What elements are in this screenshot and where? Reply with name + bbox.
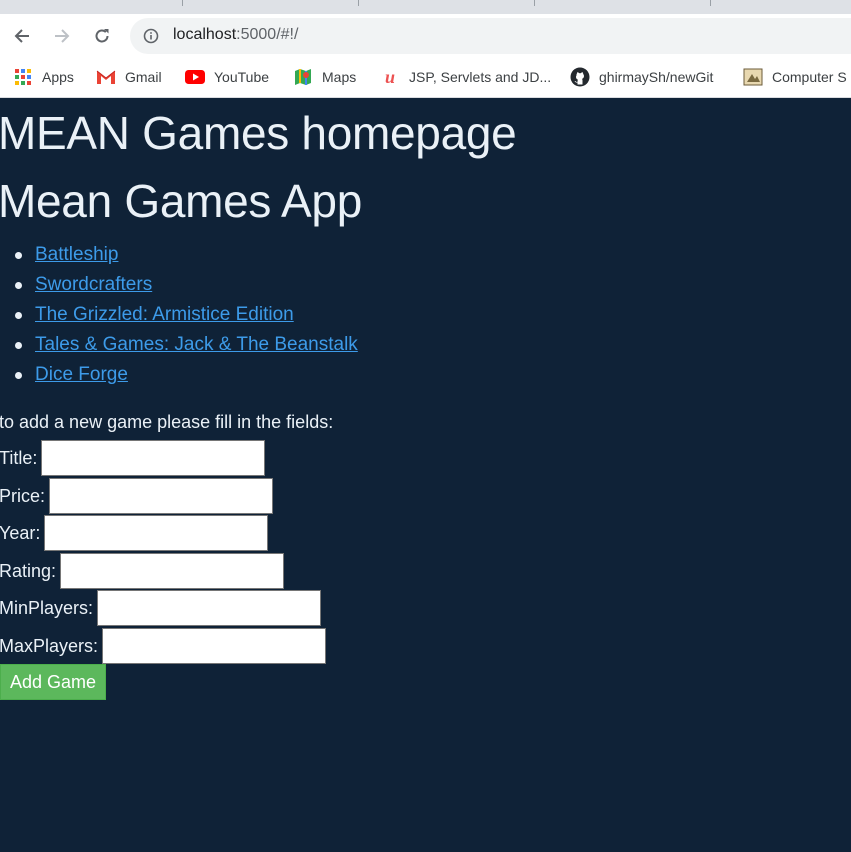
bookmark-label: Gmail [125,69,162,85]
game-link-dice-forge[interactable]: Dice Forge [35,364,128,385]
maxplayers-input[interactable] [102,628,327,664]
game-link-the-grizzled[interactable]: The Grizzled: Armistice Edition [35,304,294,325]
title-input[interactable] [41,440,266,476]
bookmark-label: Apps [42,69,74,85]
back-button[interactable] [8,22,36,50]
bullet-icon [15,342,22,349]
browser-window: localhost:5000/#!/ Apps Gmail YouTube Ma… [0,0,851,852]
gmail-icon [96,67,116,87]
tab-separator [710,0,711,6]
title-field-row: Title: [0,440,266,476]
url-text: localhost:5000/#!/ [173,26,298,44]
bullet-icon [15,282,22,289]
bookmark-apps[interactable]: Apps [13,66,74,88]
address-bar[interactable]: localhost:5000/#!/ [130,18,851,54]
title-label: Title: [0,447,38,468]
games-list: Battleship Swordcrafters The Grizzled: A… [0,240,358,390]
year-input[interactable] [44,515,269,551]
tab-separator [534,0,535,6]
bookmark-maps[interactable]: Maps [293,66,356,88]
page-content: MEAN Games homepage Mean Games App Battl… [0,98,851,852]
back-arrow-icon [14,29,29,43]
app-title: Mean Games App [0,175,363,227]
game-link-battleship[interactable]: Battleship [35,244,118,265]
apps-grid-icon [13,67,33,87]
list-item: Battleship [0,240,358,270]
bookmarks-bar: Apps Gmail YouTube Maps u JSP, Servlets … [0,58,851,98]
bookmark-gmail[interactable]: Gmail [96,66,162,88]
tab-separator [182,0,183,6]
list-item: Swordcrafters [0,270,358,300]
github-icon [570,67,590,87]
maxplayers-label: MaxPlayers: [0,635,99,656]
rating-input[interactable] [60,553,285,589]
tab-strip [0,0,851,14]
forward-button[interactable] [48,22,76,50]
year-label: Year: [0,522,41,543]
bookmark-github[interactable]: ghirmaySh/newGit [570,66,713,88]
maps-icon [293,67,313,87]
bullet-icon [15,372,22,379]
list-item: Tales & Games: Jack & The Beanstalk [0,330,358,360]
form-intro-text: to add a new game please fill in the fie… [0,412,334,432]
reload-button[interactable] [88,22,116,50]
rating-label: Rating: [0,560,57,581]
browser-toolbar: localhost:5000/#!/ [0,14,851,58]
youtube-icon [185,67,205,87]
reload-icon [95,29,109,43]
minplayers-input[interactable] [97,590,322,626]
bullet-icon [15,312,22,319]
rating-field-row: Rating: [0,553,285,589]
bookmark-label: Computer S [772,69,847,85]
bookmark-jsp-servlets[interactable]: u JSP, Servlets and JD... [380,66,551,88]
game-link-swordcrafters[interactable]: Swordcrafters [35,274,152,295]
site-info-icon[interactable] [142,27,160,45]
year-field-row: Year: [0,515,269,551]
minplayers-label: MinPlayers: [0,597,94,618]
bullet-icon [15,252,22,259]
game-link-tales-and-games[interactable]: Tales & Games: Jack & The Beanstalk [35,334,358,355]
url-path: :5000/#!/ [236,26,299,43]
udemy-icon: u [384,66,395,87]
tab-separator [358,0,359,6]
price-label: Price: [0,485,46,506]
bookmark-label: Maps [322,69,357,85]
forward-arrow-icon [55,29,70,43]
add-game-button[interactable]: Add Game [0,664,106,700]
list-item: The Grizzled: Armistice Edition [0,300,358,330]
page-title: MEAN Games homepage [0,107,517,159]
computer-icon [743,67,763,87]
url-host: localhost [173,26,237,43]
maxplayers-field-row: MaxPlayers: [0,628,327,664]
minplayers-field-row: MinPlayers: [0,590,322,626]
bookmark-youtube[interactable]: YouTube [185,66,269,88]
bookmark-label: ghirmaySh/newGit [599,69,714,85]
bookmark-label: JSP, Servlets and JD... [409,69,552,85]
bookmark-label: YouTube [214,69,270,85]
price-field-row: Price: [0,478,274,514]
price-input[interactable] [49,478,274,514]
list-item: Dice Forge [0,360,358,390]
bookmark-computer[interactable]: Computer S [743,66,847,88]
